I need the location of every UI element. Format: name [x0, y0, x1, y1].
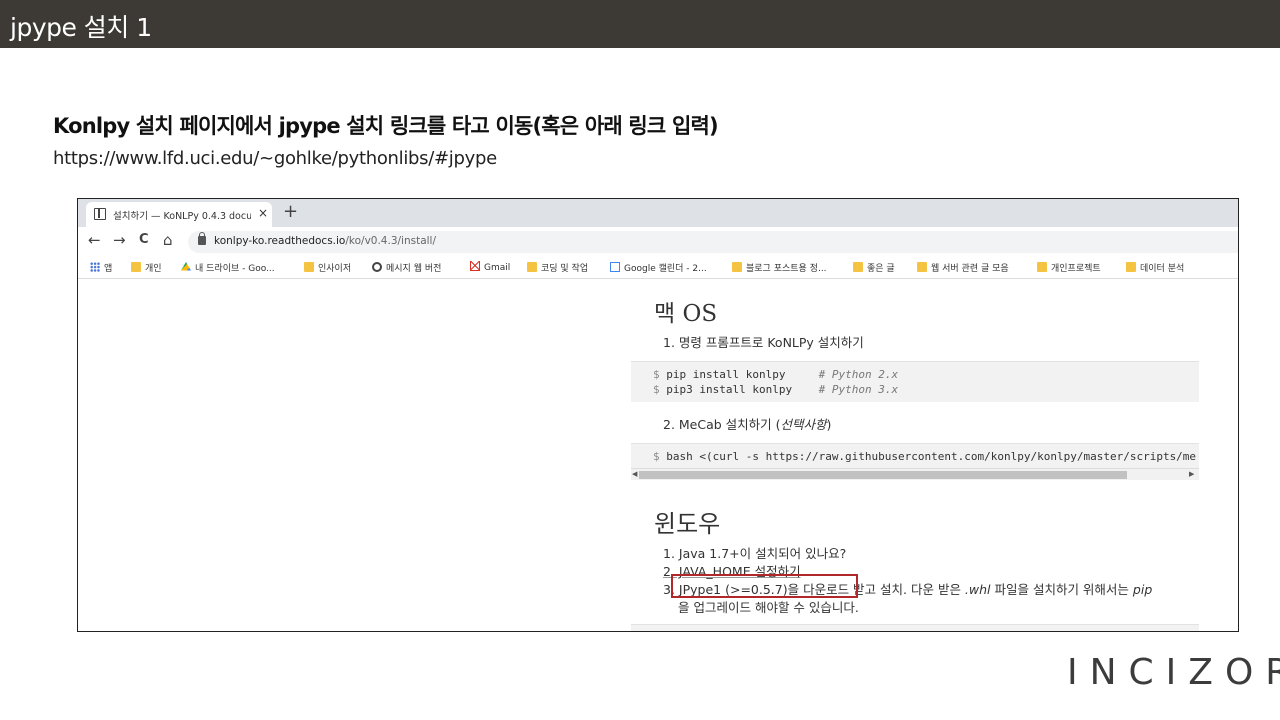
address-url: konlpy-ko.readthedocs.io/ko/v0.4.3/insta…	[214, 235, 436, 247]
lock-icon	[198, 232, 206, 245]
bookmark-label: 웹 서버 관련 글 모음	[931, 264, 1009, 274]
code-line: $ bash <(curl -s https://raw.githubuserc…	[653, 450, 1196, 463]
mac-step-2: 2. MeCab 설치하기 (선택사항)	[663, 414, 831, 433]
folder-icon	[527, 262, 537, 272]
step-text: )	[826, 417, 832, 432]
step-text: 파일을 설치하기 위해서는	[990, 582, 1133, 597]
bookmark-label: 블로그 포스트용 정...	[746, 264, 827, 274]
slide-heading: Konlpy 설치 페이지에서 jpype 설치 링크를 타고 이동(혹은 아래…	[53, 114, 719, 138]
folder-icon	[131, 262, 141, 272]
bookmark-projects[interactable]: 개인프로젝트	[1037, 261, 1101, 274]
bookmark-label: 내 드라이브 - Goo...	[195, 264, 275, 274]
prompt-symbol: $	[653, 368, 660, 381]
bookmark-apps[interactable]: 앱	[90, 261, 112, 274]
docs-content: 맥 OS 1. 명령 프롬프트로 KoNLPy 설치하기 $ pip insta…	[631, 280, 1199, 631]
address-bar-row: ← → C ⌂ konlpy-ko.readthedocs.io/ko/v0.4…	[78, 227, 1238, 257]
win-step-1: 1. Java 1.7+이 설치되어 있나요?	[663, 546, 847, 561]
code-block-partial	[631, 624, 1199, 631]
gmail-icon	[470, 261, 480, 271]
tab-install[interactable]: 설치하기 — KoNLPy 0.4.3 docu ×	[86, 202, 272, 227]
code-block-mecab: $ bash <(curl -s https://raw.githubuserc…	[631, 443, 1199, 468]
slide-title: jpype 설치 1	[10, 13, 152, 42]
code-scrollbar[interactable]: ◀ ▶	[631, 468, 1199, 480]
close-icon[interactable]: ×	[258, 206, 268, 220]
calendar-icon	[610, 262, 620, 272]
pip-text: pip	[1132, 582, 1153, 597]
code-block-pip: $ pip install konlpy # Python 2.x $ pip3…	[631, 361, 1199, 402]
jpype-url: https://www.lfd.uci.edu/~gohlke/pythonli…	[53, 148, 497, 169]
prompt-symbol: $	[653, 383, 660, 396]
bookmark-data-analysis[interactable]: 데이터 분석	[1126, 261, 1184, 274]
bookmark-label: 좋은 글	[867, 264, 895, 274]
tab-strip: 설치하기 — KoNLPy 0.4.3 docu × +	[78, 199, 1238, 227]
windows-heading: 윈도우	[654, 510, 721, 538]
scroll-right-icon[interactable]: ▶	[1189, 470, 1194, 478]
bookmark-good-posts[interactable]: 좋은 글	[853, 261, 895, 274]
bookmarks-bar: 앱 개인 내 드라이브 - Goo... 인사이저 메시지 웹 버전 Gmail…	[78, 257, 1238, 279]
folder-icon	[1126, 262, 1136, 272]
folder-icon	[304, 262, 314, 272]
tab-title: 설치하기 — KoNLPy 0.4.3 docu	[113, 211, 251, 222]
docs-favicon-icon	[94, 208, 106, 220]
bookmark-label: Google 캘린더 - 2...	[624, 264, 707, 274]
folder-icon	[917, 262, 927, 272]
address-input[interactable]: konlpy-ko.readthedocs.io/ko/v0.4.3/insta…	[188, 231, 1238, 253]
drive-icon	[181, 262, 191, 271]
incizor-logo: INCIZOR	[1067, 652, 1280, 693]
bookmark-label: 코딩 및 작업	[541, 264, 589, 274]
step-text: 받고 설치. 다운 받은	[849, 582, 965, 597]
scrollbar-thumb[interactable]	[639, 471, 1127, 479]
docs-page: 맥 OS 1. 명령 프롬프트로 KoNLPy 설치하기 $ pip insta…	[78, 280, 1238, 631]
bookmark-label: 개인프로젝트	[1051, 264, 1101, 274]
folder-icon	[853, 262, 863, 272]
bookmark-label: 앱	[104, 264, 113, 274]
whl-text: .whl	[964, 582, 991, 597]
bookmark-coding[interactable]: 코딩 및 작업	[527, 261, 588, 274]
bookmark-label: 인사이저	[318, 264, 352, 274]
browser-screenshot: 설치하기 — KoNLPy 0.4.3 docu × + ← → C ⌂ kon…	[77, 198, 1239, 632]
mac-os-heading: 맥 OS	[654, 301, 718, 327]
bookmark-incizor[interactable]: 인사이저	[304, 261, 351, 274]
code-line: $ pip install konlpy # Python 2.x	[653, 368, 898, 381]
new-tab-button[interactable]: +	[283, 201, 298, 222]
code-comment: # Python 3.x	[818, 383, 899, 396]
bookmark-calendar[interactable]: Google 캘린더 - 2...	[610, 261, 707, 274]
step-text: 2. MeCab 설치하기 (	[663, 417, 781, 432]
bookmark-personal[interactable]: 개인	[131, 261, 162, 274]
bookmark-label: Gmail	[484, 263, 511, 273]
messages-icon	[372, 262, 382, 272]
bookmark-messages[interactable]: 메시지 웹 버전	[372, 261, 441, 274]
slide-title-bar: jpype 설치 1	[0, 0, 1280, 48]
home-icon[interactable]: ⌂	[163, 231, 173, 249]
address-host: konlpy-ko.readthedocs.io	[214, 235, 346, 247]
folder-icon	[1037, 262, 1047, 272]
bookmark-label: 메시지 웹 버전	[386, 264, 442, 274]
bookmark-webserver[interactable]: 웹 서버 관련 글 모음	[917, 261, 1009, 274]
code-command: pip install konlpy	[666, 368, 786, 381]
apps-icon	[90, 262, 100, 272]
step-optional: 선택사항	[780, 417, 827, 432]
back-icon[interactable]: ←	[88, 231, 101, 249]
code-command: bash <(curl -s https://raw.githubusercon…	[666, 450, 1197, 463]
mac-step-1: 1. 명령 프롬프트로 KoNLPy 설치하기	[663, 335, 864, 350]
scroll-left-icon[interactable]: ◀	[632, 470, 637, 478]
reload-icon[interactable]: C	[139, 232, 149, 247]
prompt-symbol: $	[653, 450, 660, 463]
forward-icon[interactable]: →	[113, 231, 126, 249]
code-comment: # Python 2.x	[818, 368, 899, 381]
bookmark-gmail[interactable]: Gmail	[470, 261, 510, 273]
bookmark-blog[interactable]: 블로그 포스트용 정...	[732, 261, 827, 274]
bookmark-drive[interactable]: 내 드라이브 - Goo...	[181, 261, 275, 274]
address-path: /ko/v0.4.3/install/	[345, 235, 436, 247]
code-line: $ pip3 install konlpy # Python 3.x	[653, 383, 898, 396]
folder-icon	[732, 262, 742, 272]
highlight-box	[671, 574, 858, 598]
code-command: pip3 install konlpy	[666, 383, 793, 396]
bookmark-label: 개인	[145, 264, 162, 274]
bookmark-label: 데이터 분석	[1140, 264, 1185, 274]
win-step-3-continued: 을 업그레이드 해야할 수 있습니다.	[678, 600, 859, 615]
